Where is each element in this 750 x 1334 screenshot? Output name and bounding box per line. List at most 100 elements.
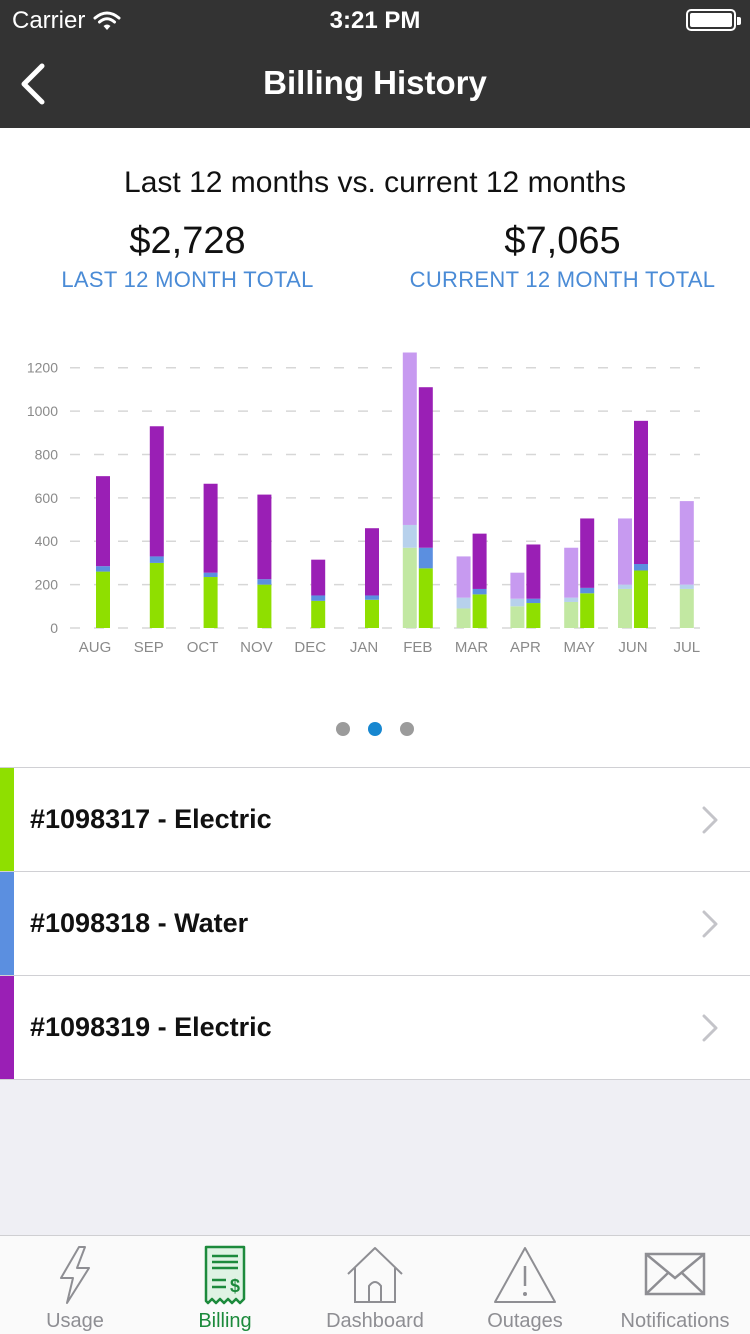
bar-segment xyxy=(418,387,433,548)
bar-segment xyxy=(618,588,632,628)
page-title: Billing History xyxy=(263,64,487,101)
bar-segment xyxy=(456,608,471,628)
chevron-right-icon xyxy=(702,910,718,938)
account-color-stripe xyxy=(0,872,14,975)
tab-outages[interactable]: Outages xyxy=(450,1236,600,1334)
bar-segment xyxy=(203,577,218,628)
bar-segment xyxy=(472,588,487,595)
account-color-stripe xyxy=(0,768,14,871)
status-time: 3:21 PM xyxy=(329,7,421,34)
tab-bar: Usage $ Billing Dashboard Outages Notificatio… xyxy=(0,1235,750,1334)
chevron-right-icon xyxy=(702,806,718,834)
bar-segment xyxy=(564,547,579,598)
bar-segment xyxy=(203,572,218,578)
bar-segment xyxy=(365,595,379,600)
y-tick-label: 400 xyxy=(35,533,59,549)
current-total-value: $7,065 xyxy=(504,220,621,262)
bar-segment xyxy=(580,587,595,594)
bar-segment xyxy=(679,588,694,628)
bar-segment xyxy=(203,483,218,573)
chevron-right-icon xyxy=(702,1014,718,1042)
bar-segment xyxy=(418,568,433,628)
account-list: #1098317 - Electric #1098318 - Water #1098… xyxy=(0,767,750,1080)
x-tick-label: JUL xyxy=(673,639,700,656)
bar-segment xyxy=(472,533,487,589)
current-total-label: CURRENT 12 MONTH TOTAL xyxy=(409,267,716,292)
x-tick-label: JAN xyxy=(350,639,378,656)
bar-segment xyxy=(456,556,471,598)
bar-segment xyxy=(634,570,648,628)
bar-segment xyxy=(365,599,379,628)
tab-label: Notifications xyxy=(620,1310,730,1332)
x-tick-label: MAY xyxy=(563,639,594,656)
x-tick-label: MAR xyxy=(455,639,489,656)
page-dot[interactable] xyxy=(368,722,382,736)
bar-segment xyxy=(257,584,272,628)
y-tick-label: 200 xyxy=(35,577,59,593)
bar-segment xyxy=(580,593,595,628)
account-row[interactable]: #1098319 - Electric xyxy=(0,976,750,1080)
lightning-icon xyxy=(60,1246,90,1304)
account-label: #1098319 - Electric xyxy=(30,1012,272,1042)
x-tick-label: APR xyxy=(510,639,541,656)
tab-billing[interactable]: $ Billing xyxy=(150,1236,300,1334)
tab-label: Usage xyxy=(46,1310,104,1332)
bar-segment xyxy=(257,579,272,585)
envelope-icon xyxy=(644,1252,706,1296)
account-row[interactable]: #1098317 - Electric xyxy=(0,768,750,872)
status-bar: Carrier 3:21 PM xyxy=(0,0,750,40)
bar-segment xyxy=(96,476,110,567)
warning-icon xyxy=(494,1247,556,1303)
account-label: #1098317 - Electric xyxy=(30,804,272,834)
x-tick-label: DEC xyxy=(294,639,326,656)
tab-notifications[interactable]: Notifications xyxy=(600,1236,750,1334)
page-dot[interactable] xyxy=(336,722,350,736)
bar-segment xyxy=(526,598,541,604)
battery-icon xyxy=(686,9,741,31)
tab-label: Billing xyxy=(198,1310,252,1332)
x-tick-label: FEB xyxy=(403,639,432,656)
bar-segment xyxy=(96,566,110,572)
navigation-bar: Billing History xyxy=(0,40,750,128)
svg-text:$: $ xyxy=(230,1276,240,1296)
bar-segment xyxy=(510,598,525,607)
tab-dashboard[interactable]: Dashboard xyxy=(300,1236,450,1334)
account-label: #1098318 - Water xyxy=(30,908,249,938)
x-tick-label: NOV xyxy=(240,639,273,656)
last-total-label: LAST 12 MONTH TOTAL xyxy=(61,267,314,292)
y-tick-label: 1200 xyxy=(27,360,58,376)
account-row[interactable]: #1098318 - Water xyxy=(0,872,750,976)
last-12-month-total: $2,728 LAST 12 MONTH TOTAL xyxy=(0,220,375,293)
bill-icon: $ xyxy=(204,1245,246,1305)
bar-segment xyxy=(149,556,164,563)
bar-segment xyxy=(418,547,433,569)
bar-segment xyxy=(257,494,272,580)
bar-segment xyxy=(634,564,648,571)
y-tick-label: 1000 xyxy=(27,403,58,419)
billing-history-chart[interactable]: 0 200 400 600 800 1000 1200 AUG SEP OCT NOV DEC JAN F… xyxy=(0,328,750,668)
billing-summary-card: Last 12 months vs. current 12 months $2,… xyxy=(0,128,750,768)
tab-label: Dashboard xyxy=(326,1310,424,1332)
bar-segment xyxy=(96,571,110,628)
bar-segment xyxy=(365,528,379,596)
bar-segment xyxy=(402,524,417,548)
y-tick-label: 800 xyxy=(35,446,59,462)
y-tick-label: 600 xyxy=(35,490,59,506)
current-12-month-total: $7,065 CURRENT 12 MONTH TOTAL xyxy=(375,220,750,293)
bar-segment xyxy=(311,595,326,601)
tab-usage[interactable]: Usage xyxy=(0,1236,150,1334)
bar-segment xyxy=(149,562,164,628)
bar-segment xyxy=(472,594,487,628)
tab-label: Outages xyxy=(487,1310,563,1332)
bar-segment xyxy=(311,600,326,628)
bar-segment xyxy=(456,597,471,609)
bar-segment xyxy=(618,584,632,589)
page-dot[interactable] xyxy=(400,722,414,736)
y-tick-label: 0 xyxy=(50,620,58,636)
bar-segment xyxy=(402,547,417,628)
bar-segment xyxy=(580,518,595,588)
bar-segment xyxy=(402,352,417,525)
bar-segment xyxy=(679,584,694,589)
page-indicator[interactable] xyxy=(0,722,750,736)
x-tick-label: SEP xyxy=(134,639,164,656)
